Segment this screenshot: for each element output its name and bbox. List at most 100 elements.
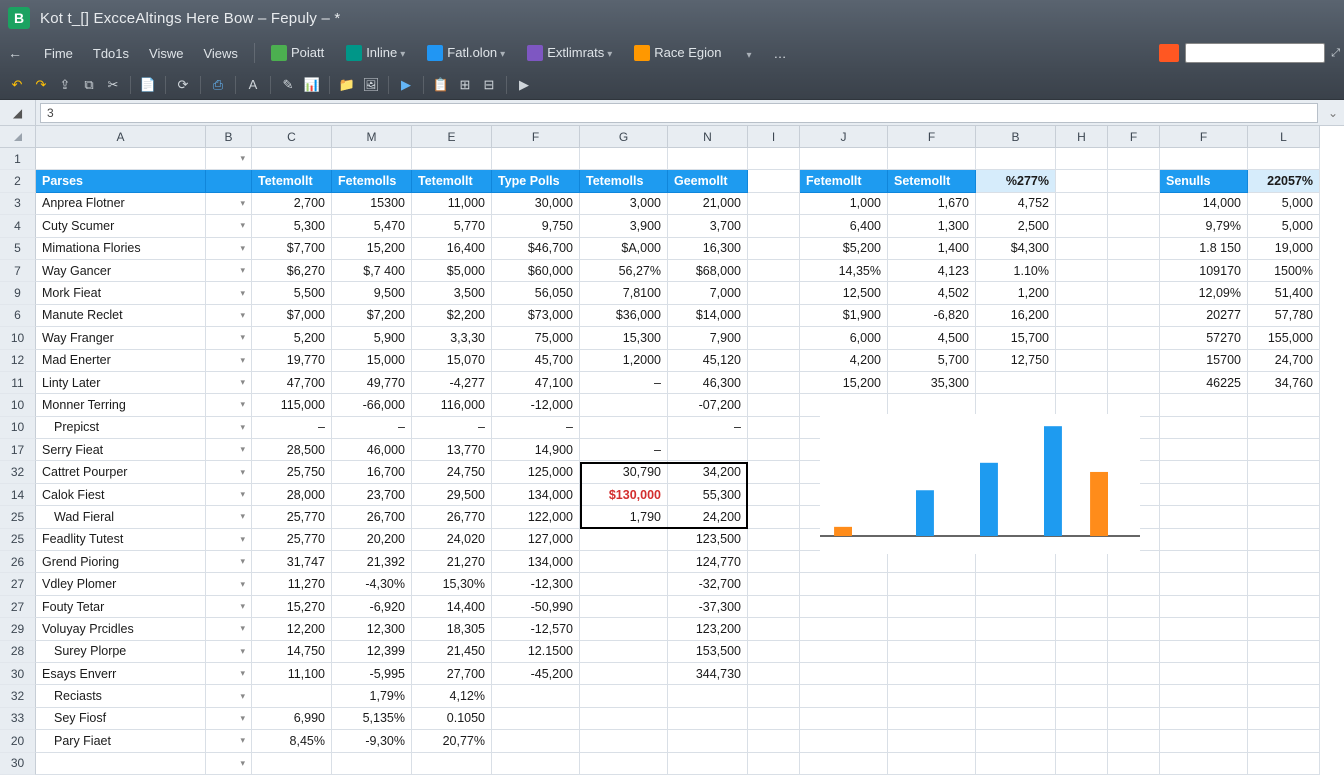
table-cell[interactable] (206, 350, 252, 372)
table-cell[interactable] (580, 708, 668, 730)
table-cell[interactable] (36, 753, 206, 775)
table-cell[interactable]: $68,000 (668, 260, 748, 282)
table-cell[interactable]: 57,780 (1248, 305, 1320, 327)
table-cell[interactable] (1056, 193, 1108, 215)
table-cell[interactable] (668, 685, 748, 707)
table-cell[interactable]: 75,000 (492, 327, 580, 349)
table-cell[interactable] (206, 708, 252, 730)
col-header[interactable]: J (800, 126, 888, 148)
table-cell[interactable]: 14,400 (412, 596, 492, 618)
table-cell[interactable]: 12,399 (332, 641, 412, 663)
table-header-cell[interactable]: Tetemollt (252, 170, 332, 192)
table-cell[interactable] (1108, 305, 1160, 327)
table-cell[interactable]: 1,200 (976, 282, 1056, 304)
table-cell[interactable] (492, 753, 580, 775)
table-cell[interactable] (1160, 685, 1248, 707)
table-cell[interactable] (1248, 663, 1320, 685)
row-header[interactable]: 25 (0, 529, 36, 551)
table-cell[interactable]: Esays Enverr (36, 663, 206, 685)
table-header-cell[interactable] (748, 170, 800, 192)
table-cell[interactable] (206, 685, 252, 707)
toolbar-btn-24[interactable]: ⊟ (480, 76, 498, 94)
table-cell[interactable] (976, 573, 1056, 595)
table-cell[interactable]: Pary Fiaet (36, 730, 206, 752)
table-cell[interactable] (206, 753, 252, 775)
table-cell[interactable]: Reciasts (36, 685, 206, 707)
table-cell[interactable]: 47,700 (252, 372, 332, 394)
table-cell[interactable] (1248, 529, 1320, 551)
row-header[interactable]: 14 (0, 484, 36, 506)
table-cell[interactable]: Serry Fieat (36, 439, 206, 461)
table-cell[interactable]: Surey Plorpe (36, 641, 206, 663)
table-cell[interactable]: 35,300 (888, 372, 976, 394)
table-cell[interactable] (748, 260, 800, 282)
row-header[interactable]: 4 (0, 215, 36, 237)
table-cell[interactable]: Wad Fieral (36, 506, 206, 528)
table-header-cell[interactable]: Fetemollt (800, 170, 888, 192)
table-cell[interactable] (748, 551, 800, 573)
table-cell[interactable]: – (580, 439, 668, 461)
row-header[interactable]: 26 (0, 551, 36, 573)
table-cell[interactable]: 109170 (1160, 260, 1248, 282)
table-cell[interactable]: -66,000 (332, 394, 412, 416)
table-cell[interactable]: 21,000 (668, 193, 748, 215)
table-cell[interactable] (1160, 641, 1248, 663)
table-cell[interactable]: $130,000 (580, 484, 668, 506)
table-cell[interactable]: 123,200 (668, 618, 748, 640)
table-cell[interactable]: -9,30% (332, 730, 412, 752)
table-header-cell[interactable]: Fetemolls (332, 170, 412, 192)
table-cell[interactable] (1160, 573, 1248, 595)
table-cell[interactable] (1056, 238, 1108, 260)
table-cell[interactable]: 25,770 (252, 529, 332, 551)
table-cell[interactable] (580, 573, 668, 595)
table-cell[interactable]: 57270 (1160, 327, 1248, 349)
table-cell[interactable]: 18,305 (412, 618, 492, 640)
row-header[interactable]: 6 (0, 305, 36, 327)
table-cell[interactable] (1248, 551, 1320, 573)
row-header[interactable]: 10 (0, 327, 36, 349)
table-cell[interactable] (580, 641, 668, 663)
table-cell[interactable]: 49,770 (332, 372, 412, 394)
table-cell[interactable]: 15,700 (976, 327, 1056, 349)
table-cell[interactable] (206, 730, 252, 752)
table-cell[interactable]: 1,300 (888, 215, 976, 237)
row-header[interactable]: 28 (0, 641, 36, 663)
table-cell[interactable]: 51,400 (1248, 282, 1320, 304)
table-cell[interactable]: 5,300 (252, 215, 332, 237)
table-cell[interactable]: 46225 (1160, 372, 1248, 394)
table-cell[interactable]: $1,900 (800, 305, 888, 327)
table-cell[interactable]: $5,000 (412, 260, 492, 282)
table-cell[interactable]: $7,700 (252, 238, 332, 260)
table-cell[interactable] (888, 708, 976, 730)
table-cell[interactable]: 15,000 (332, 350, 412, 372)
table-cell[interactable] (1108, 573, 1160, 595)
table-cell[interactable]: 1,790 (580, 506, 668, 528)
col-header[interactable]: B (976, 126, 1056, 148)
table-cell[interactable]: 12,200 (252, 618, 332, 640)
table-cell[interactable]: 45,120 (668, 350, 748, 372)
table-cell[interactable] (976, 372, 1056, 394)
table-cell[interactable]: 21,450 (412, 641, 492, 663)
table-cell[interactable] (748, 417, 800, 439)
table-cell[interactable] (1056, 753, 1108, 775)
table-cell[interactable] (748, 327, 800, 349)
table-cell[interactable] (206, 260, 252, 282)
table-cell[interactable] (1056, 282, 1108, 304)
table-cell[interactable] (888, 641, 976, 663)
table-cell[interactable] (580, 148, 668, 170)
table-cell[interactable]: 16,400 (412, 238, 492, 260)
table-cell[interactable] (1056, 685, 1108, 707)
table-cell[interactable]: 5,470 (332, 215, 412, 237)
table-cell[interactable] (1160, 663, 1248, 685)
table-cell[interactable]: 30,000 (492, 193, 580, 215)
table-cell[interactable] (1056, 372, 1108, 394)
table-cell[interactable] (1248, 753, 1320, 775)
table-cell[interactable] (206, 282, 252, 304)
menu-btn-extlimrats[interactable]: Extlimrats▾ (517, 41, 622, 66)
table-cell[interactable]: 1,79% (332, 685, 412, 707)
table-cell[interactable]: Voluyay Prcidles (36, 618, 206, 640)
table-cell[interactable]: 134,000 (492, 484, 580, 506)
table-cell[interactable] (748, 215, 800, 237)
table-header-cell[interactable]: Geemollt (668, 170, 748, 192)
row-header[interactable]: 1 (0, 148, 36, 170)
